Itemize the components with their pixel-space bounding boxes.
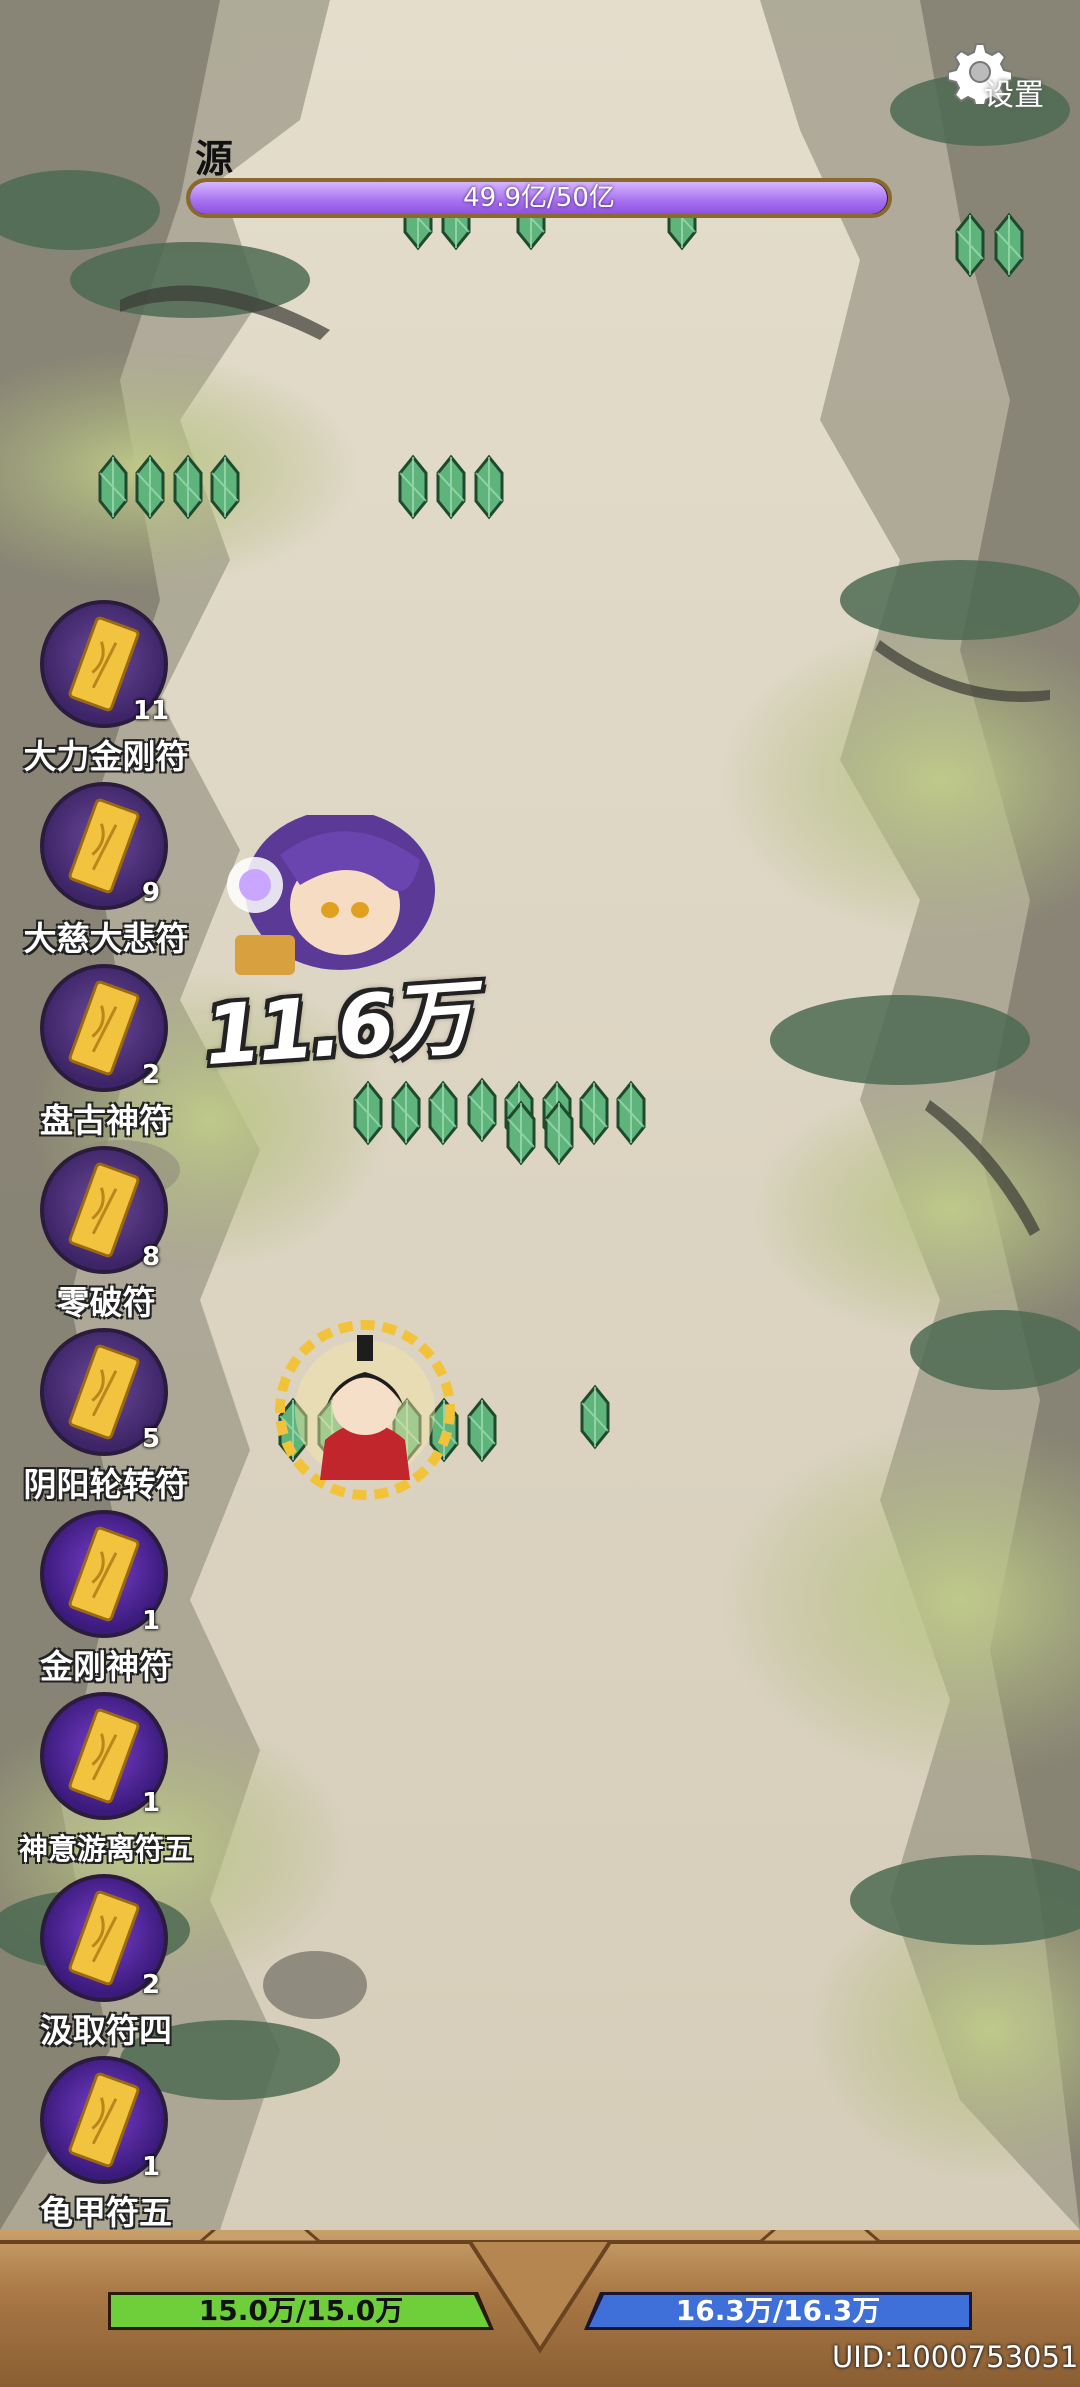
talisman-name: 大慈大悲符 <box>23 919 189 958</box>
mp-text: 16.3万/16.3万 <box>675 2294 881 2327</box>
talisman-count: 11 <box>132 696 170 726</box>
talisman-count: 1 <box>141 2152 161 2182</box>
boss-health-bar: 49.9亿/50亿 <box>186 178 892 218</box>
talisman-name: 阴阳轮转符 <box>23 1465 189 1504</box>
talisman-name: 金刚神符 <box>40 1647 172 1686</box>
talisman-name: 盘古神符 <box>40 1101 172 1140</box>
damage-number: 11.6万 <box>201 970 472 1085</box>
talisman-count: 5 <box>141 1424 161 1454</box>
talisman-name: 大力金刚符 <box>23 737 189 776</box>
talisman-slot[interactable]: 1 神意游离符五 <box>0 1692 212 1874</box>
boss-health-text: 49.9亿/50亿 <box>463 183 615 213</box>
talisman-count: 2 <box>141 1970 161 2000</box>
talisman-count: 2 <box>141 1060 161 1090</box>
red-robe-hero[interactable] <box>265 1310 465 1510</box>
talisman-count: 1 <box>141 1606 161 1636</box>
talisman-slot[interactable]: 1 龟甲符五 <box>0 2056 212 2238</box>
talisman-slot[interactable]: 8 零破符 <box>0 1146 212 1328</box>
talisman-slot[interactable]: 9 大慈大悲符 <box>0 782 212 964</box>
talisman-name: 神意游离符五 <box>18 1832 193 1866</box>
talisman-count: 1 <box>141 1788 161 1818</box>
mp-bar: 16.3万/16.3万 <box>584 2292 972 2330</box>
talisman-slot[interactable]: 2 汲取符四 <box>0 1874 212 2056</box>
talisman-slot[interactable]: 2 盘古神符 <box>0 964 212 1146</box>
talisman-slot[interactable]: 5 阴阳轮转符 <box>0 1328 212 1510</box>
user-id: UID:1000753051 <box>832 2340 1079 2374</box>
settings-label: 设置 <box>984 78 1044 113</box>
talisman-slot[interactable]: 1 金刚神符 <box>0 1510 212 1692</box>
hp-text: 15.0万/15.0万 <box>198 2294 404 2327</box>
talisman-slot[interactable]: 11 大力金刚符 <box>0 600 212 782</box>
boss-name: 源 <box>195 137 234 181</box>
settings-button[interactable]: 设置 <box>948 40 1066 113</box>
talisman-name: 零破符 <box>56 1283 156 1322</box>
talisman-count: 9 <box>141 878 161 908</box>
talisman-count: 8 <box>141 1242 161 1272</box>
talisman-name: 龟甲符五 <box>40 2193 172 2232</box>
talisman-name: 汲取符四 <box>40 2011 172 2050</box>
hp-bar: 15.0万/15.0万 <box>108 2292 494 2330</box>
